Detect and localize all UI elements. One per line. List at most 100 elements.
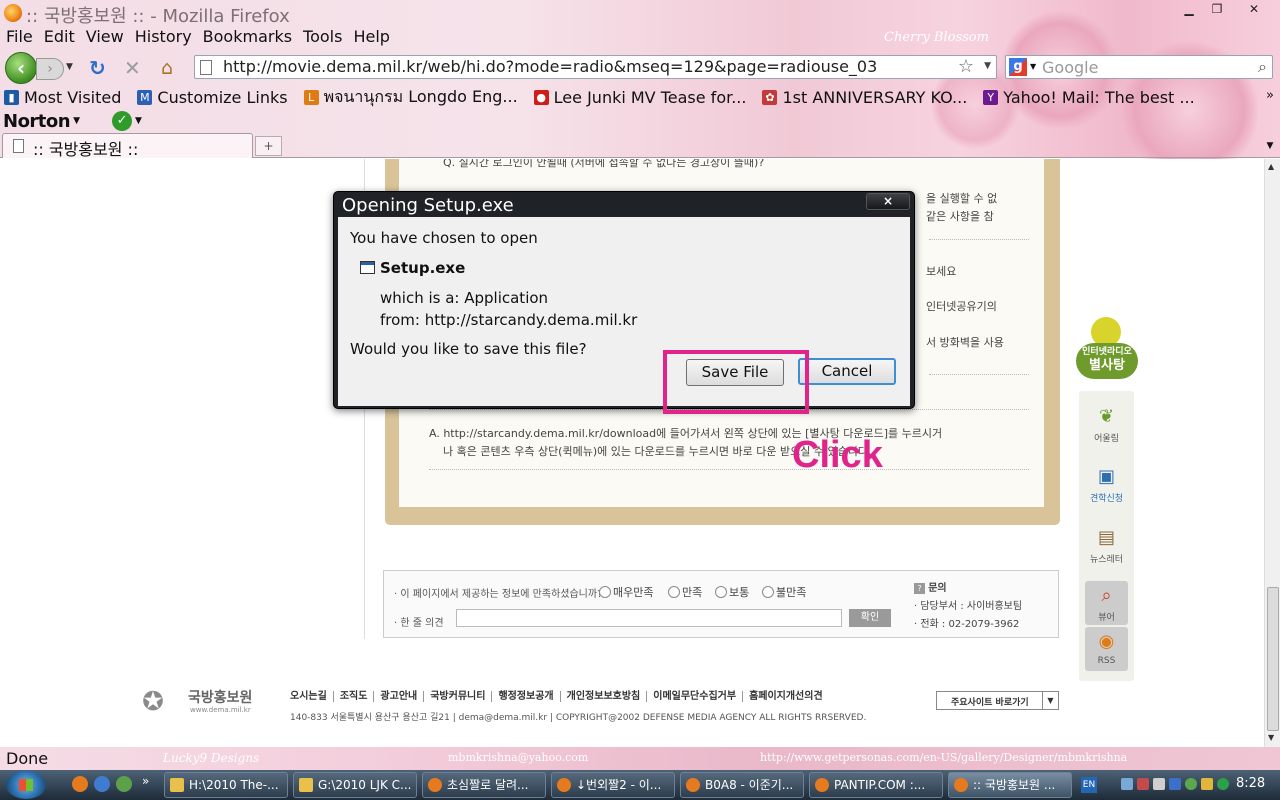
dialog-close-button[interactable]: × xyxy=(866,193,910,210)
volume-icon[interactable] xyxy=(1153,778,1165,790)
norton-check-icon[interactable]: ✓ xyxy=(112,111,133,131)
bookmark-item[interactable]: L พจนานุกรม Longdo Eng... xyxy=(300,86,518,108)
footer-logo[interactable]: ✪ 국방홍보원 www.dema.mil.kr xyxy=(130,685,260,719)
close-window-button[interactable]: ✕ xyxy=(1232,0,1276,18)
footer-link[interactable]: 광고안내 xyxy=(373,691,423,702)
quick-menu-item[interactable]: ⌕ 뷰어 xyxy=(1085,581,1128,625)
tab-list-icon[interactable]: ▼ xyxy=(1262,136,1278,156)
survey-option[interactable]: 매우만족 xyxy=(599,584,653,600)
scroll-up-icon[interactable]: ▲ xyxy=(1268,162,1274,171)
internet-radio-badge[interactable]: 인터넷라디오 별사탕 xyxy=(1074,317,1138,383)
survey-option[interactable]: 보통 xyxy=(715,584,749,600)
footer-link[interactable]: 개인정보보호방침 xyxy=(559,691,647,702)
quick-menu-item[interactable]: ▣ 견학신청 xyxy=(1079,465,1134,504)
quick-menu-item[interactable]: ❦ 어울림 xyxy=(1079,405,1134,444)
search-bar[interactable]: g ▼ Google ⌕ xyxy=(1005,55,1273,79)
footer-links: 오시는길 조직도 광고안내 국방커뮤니티 행정정보공개 개인정보보호방침 이메일… xyxy=(290,691,829,702)
menu-tools[interactable]: Tools xyxy=(297,26,347,48)
bluetooth-icon[interactable] xyxy=(1169,778,1181,790)
minimize-button[interactable]: ▁ xyxy=(1176,0,1202,18)
bookmark-item[interactable]: M Customize Links xyxy=(133,86,288,108)
search-icon[interactable]: ⌕ xyxy=(1258,57,1267,77)
browser-icon[interactable] xyxy=(94,776,110,792)
quick-menu-item[interactable]: ▤ 뉴스레터 xyxy=(1079,526,1134,565)
home-icon[interactable]: ⌂ xyxy=(161,56,173,80)
tray-app-icon[interactable] xyxy=(1137,778,1149,790)
clock[interactable]: 8:28 xyxy=(1236,776,1265,791)
quick-menu-item[interactable]: ◉ RSS xyxy=(1085,627,1128,671)
url-dropdown-icon[interactable]: ▼ xyxy=(984,61,991,71)
messenger-icon[interactable] xyxy=(116,776,132,792)
scrollbar-thumb[interactable] xyxy=(1267,587,1279,731)
chevron-down-icon[interactable]: ▼ xyxy=(1030,62,1036,71)
stop-icon[interactable]: ✕ xyxy=(124,56,141,80)
url-bar[interactable]: http://movie.dema.mil.kr/web/hi.do?mode=… xyxy=(194,55,997,79)
footer-link[interactable]: 행정정보공개 xyxy=(491,691,559,702)
language-indicator[interactable]: EN xyxy=(1081,777,1097,793)
taskbar-item[interactable]: ↓번외짤2 - 이... xyxy=(551,772,675,798)
quick-menu: ❦ 어울림 ▣ 견학신청 ▤ 뉴스레터 ⌕ 뷰어 ◉ RSS xyxy=(1079,391,1134,681)
forward-button[interactable]: › xyxy=(36,58,64,80)
start-button[interactable] xyxy=(6,771,46,799)
history-dropdown-icon[interactable]: ▼ xyxy=(66,62,73,72)
radio-button[interactable] xyxy=(599,586,611,598)
bookmark-star-icon[interactable]: ☆ xyxy=(958,56,974,77)
chevron-down-icon[interactable]: ▼ xyxy=(135,116,142,126)
bookmark-item[interactable]: ▮ Most Visited xyxy=(0,86,121,108)
footer-link[interactable]: 오시는길 xyxy=(290,691,333,702)
norton-tray-icon[interactable] xyxy=(1217,778,1229,790)
url-text[interactable]: http://movie.dema.mil.kr/web/hi.do?mode=… xyxy=(223,57,877,76)
menu-view[interactable]: View xyxy=(80,26,129,48)
radio-button[interactable] xyxy=(668,586,680,598)
tray-app-icon[interactable] xyxy=(1185,778,1197,790)
bookmark-item[interactable]: ✿ 1st ANNIVERSARY KO... xyxy=(758,86,967,108)
footer-link[interactable]: 국방커뮤니티 xyxy=(423,691,491,702)
scroll-down-icon[interactable]: ▼ xyxy=(1268,733,1274,742)
norton-logo[interactable]: Norton xyxy=(3,111,71,132)
radio-button[interactable] xyxy=(715,586,727,598)
new-tab-button[interactable]: + xyxy=(255,136,282,156)
chevron-down-icon[interactable]: ▼ xyxy=(73,116,80,126)
taskbar-item[interactable]: PANTIP.COM :... xyxy=(809,772,943,798)
opinion-input[interactable] xyxy=(456,609,842,627)
survey-option[interactable]: 불만족 xyxy=(762,584,806,600)
network-icon[interactable] xyxy=(1121,778,1133,790)
survey-question: · 이 페이지에서 제공하는 정보에 만족하셨습니까? xyxy=(394,589,603,600)
tab-active[interactable]: :: 국방홍보원 :: xyxy=(2,133,253,159)
menu-edit[interactable]: Edit xyxy=(38,26,80,48)
dialog-intro: You have chosen to open xyxy=(350,229,538,247)
cancel-button[interactable]: Cancel xyxy=(798,358,896,385)
dialog-filetype: which is a: Application xyxy=(380,289,549,307)
footer-link[interactable]: 이메일무단수집거부 xyxy=(646,691,742,702)
search-input[interactable]: Google xyxy=(1042,58,1098,77)
tray-app-icon[interactable] xyxy=(1201,778,1213,790)
bookmark-item[interactable]: Y Yahoo! Mail: The best ... xyxy=(979,86,1195,108)
submit-button[interactable]: 확인 xyxy=(849,609,891,627)
reload-icon[interactable]: ↻ xyxy=(89,56,106,80)
firefox-icon[interactable] xyxy=(72,776,88,792)
search-engine-icon[interactable]: g xyxy=(1009,58,1027,76)
bookmark-item[interactable]: ● Lee Junki MV Tease for... xyxy=(530,86,746,108)
menu-help[interactable]: Help xyxy=(347,26,394,48)
site-select[interactable]: 주요사이트 바로가기 ▼ xyxy=(936,691,1059,710)
vertical-scrollbar[interactable]: ▲ ▼ xyxy=(1264,159,1280,747)
divider xyxy=(929,239,1029,240)
menu-bookmarks[interactable]: Bookmarks xyxy=(197,26,297,48)
menu-file[interactable]: File xyxy=(0,26,38,48)
taskbar-item[interactable]: H:\2010 The-... xyxy=(164,772,288,798)
survey-option[interactable]: 만족 xyxy=(668,584,702,600)
longdo-icon: L xyxy=(303,89,319,105)
quicklaunch-overflow-icon[interactable]: » xyxy=(142,774,158,790)
taskbar-item[interactable]: G:\2010 LJK C... xyxy=(293,772,417,798)
bookmarks-overflow-icon[interactable]: » xyxy=(1266,88,1274,103)
back-button[interactable]: ‹ xyxy=(5,52,37,84)
logo-url: www.dema.mil.kr xyxy=(190,706,251,714)
taskbar-item[interactable]: B0A8 - 이준기... xyxy=(680,772,804,798)
maximize-button[interactable]: ❐ xyxy=(1204,0,1230,18)
taskbar-item-active[interactable]: :: 국방홍보원 ... xyxy=(948,772,1072,798)
taskbar-item[interactable]: 초심짤로 달려... xyxy=(422,772,546,798)
footer-link[interactable]: 홈페이지개선의견 xyxy=(742,691,829,702)
radio-button[interactable] xyxy=(762,586,774,598)
menu-history[interactable]: History xyxy=(129,26,197,48)
footer-link[interactable]: 조직도 xyxy=(332,691,374,702)
